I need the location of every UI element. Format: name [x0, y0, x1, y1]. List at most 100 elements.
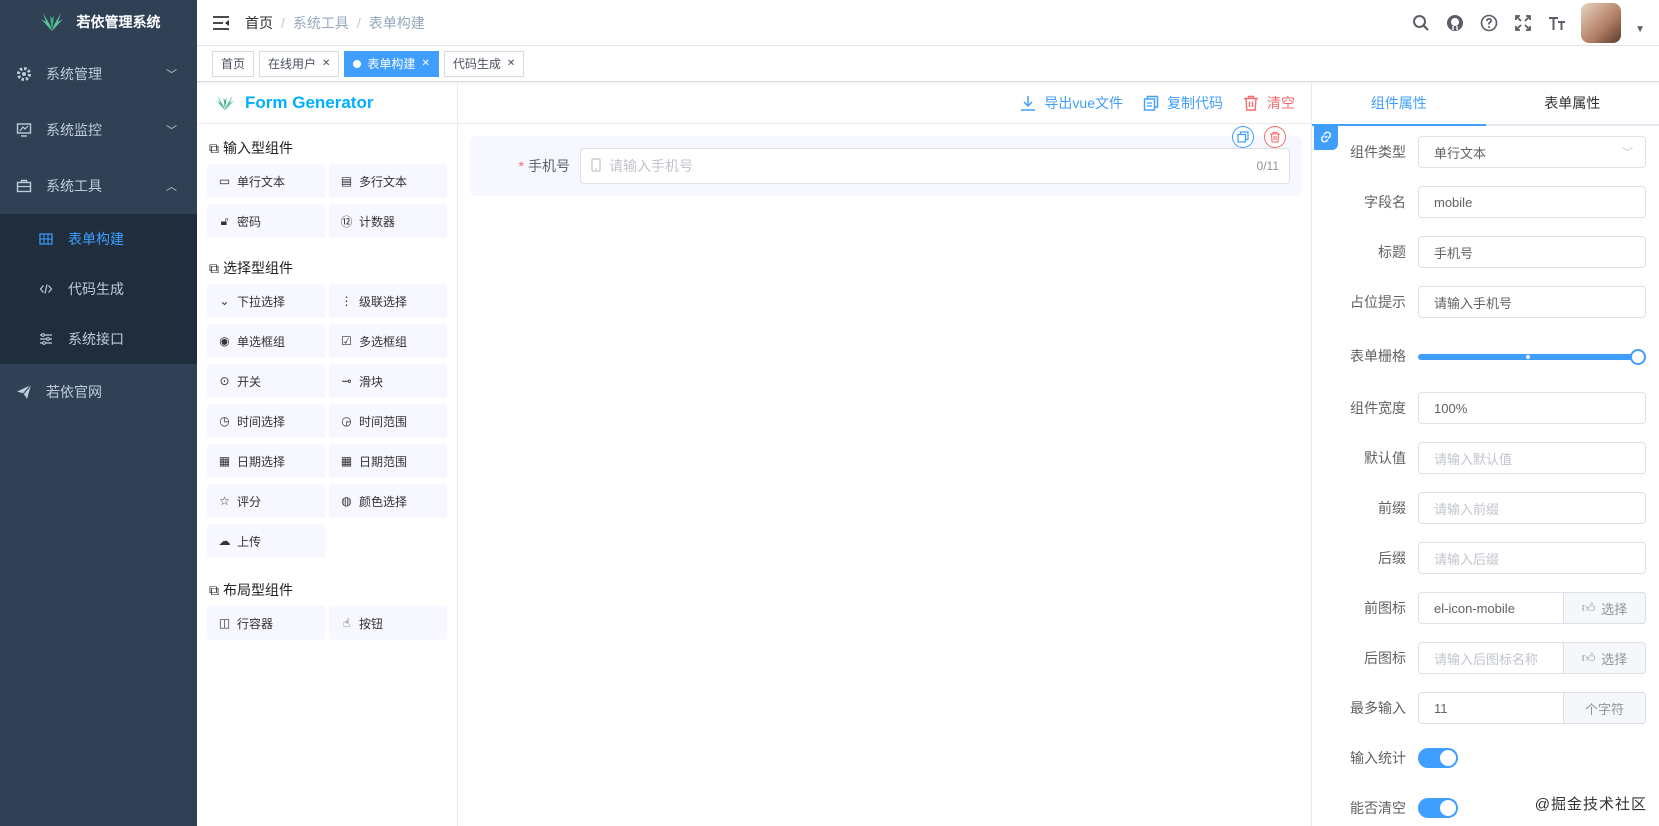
caret-down-icon[interactable]: ▼	[1635, 24, 1645, 35]
close-icon[interactable]: ✕	[322, 58, 330, 69]
component-time-range[interactable]: ◶ 时间范围	[329, 404, 447, 438]
tag-code-gen[interactable]: 代码生成 ✕	[443, 50, 525, 77]
component-textarea[interactable]: ▤ 多行文本	[329, 164, 447, 198]
submenu-item-form-build[interactable]: 表单构建	[0, 214, 197, 264]
tab-form-props[interactable]: 表单属性	[1486, 82, 1659, 124]
suffix-input[interactable]: 请输入后缀	[1418, 542, 1646, 574]
component-label: 级联选择	[359, 294, 408, 309]
group-title: 选择型组件	[223, 260, 293, 276]
copy-field-button[interactable]	[1232, 126, 1254, 148]
prop-label: 最多输入	[1350, 700, 1406, 716]
slider-icon: ⊸	[341, 374, 352, 388]
maxlength-input[interactable]: 11	[1418, 692, 1564, 724]
canvas-field-mobile[interactable]: * 手机号 请输入手机号 0/11	[470, 126, 1302, 196]
component-color[interactable]: ◍ 颜色选择	[329, 484, 447, 518]
component-label: 下拉选择	[237, 294, 286, 309]
tag-home[interactable]: 首页	[212, 50, 255, 77]
prop-field-name: 字段名 mobile	[1312, 186, 1659, 218]
slider-thumb[interactable]	[1630, 349, 1646, 365]
char-count: 0/11	[1256, 159, 1279, 173]
fullscreen-icon[interactable]	[1513, 13, 1533, 33]
prop-prefix-icon: 前图标 el-icon-mobile 👍︎ 选择	[1312, 592, 1659, 624]
font-size-icon[interactable]	[1547, 13, 1567, 33]
component-type-select[interactable]: 单行文本 ﹀	[1418, 136, 1646, 168]
component-switch[interactable]: ⊙ 开关	[207, 364, 325, 398]
clearable-switch[interactable]	[1418, 798, 1458, 818]
component-row[interactable]: ◫ 行容器	[207, 606, 325, 640]
mobile-input[interactable]: 请输入手机号 0/11	[580, 148, 1290, 184]
prop-label: 前图标	[1364, 600, 1406, 616]
prop-prefix: 前缀 请输入前缀	[1312, 492, 1659, 524]
select-icon: ⌄	[219, 294, 230, 308]
delete-field-button[interactable]	[1264, 126, 1286, 148]
show-word-limit-switch[interactable]	[1418, 748, 1458, 768]
menu-system-management[interactable]: 系统管理 ﹀	[0, 46, 197, 102]
github-icon[interactable]	[1445, 13, 1465, 33]
prop-label: 组件宽度	[1350, 400, 1406, 416]
default-value-input[interactable]: 请输入默认值	[1418, 442, 1646, 474]
tab-component-props[interactable]: 组件属性	[1312, 82, 1486, 126]
close-icon[interactable]: ✕	[507, 58, 515, 69]
component-cascader[interactable]: ⋮ 级联选择	[329, 284, 447, 318]
suffix-icon-input[interactable]: 请输入后图标名称	[1418, 642, 1564, 674]
component-rate[interactable]: ☆ 评分	[207, 484, 325, 518]
prop-label: 字段名	[1364, 194, 1406, 210]
prefix-icon-input[interactable]: el-icon-mobile	[1418, 592, 1564, 624]
component-button[interactable]: ☝ 按钮	[329, 606, 447, 640]
component-slider[interactable]: ⊸ 滑块	[329, 364, 447, 398]
component-input[interactable]: ▭ 单行文本	[207, 164, 325, 198]
prefix-input[interactable]: 请输入前缀	[1418, 492, 1646, 524]
component-date-range[interactable]: ▦ 日期范围	[329, 444, 447, 478]
component-select[interactable]: ⌄ 下拉选择	[207, 284, 325, 318]
input-icon: ▭	[218, 174, 231, 188]
menu-ruoyi-official[interactable]: 若依官网	[0, 364, 197, 420]
tag-online-users[interactable]: 在线用户 ✕	[259, 50, 340, 77]
grid-span-slider[interactable]	[1418, 340, 1646, 372]
clear-label: 清空	[1267, 94, 1295, 111]
menu-system-monitor[interactable]: 系统监控 ﹀	[0, 102, 197, 158]
export-vue-button[interactable]: 导出vue文件	[1020, 93, 1123, 113]
submenu-item-system-api[interactable]: 系统接口	[0, 314, 197, 364]
prop-label: 组件类型	[1350, 144, 1406, 160]
component-time[interactable]: ◷ 时间选择	[207, 404, 325, 438]
help-icon[interactable]	[1479, 13, 1499, 33]
field-name-input[interactable]: mobile	[1418, 186, 1646, 218]
prop-grid-span: 表单栅格	[1312, 340, 1659, 372]
thumb-up-icon: 👍︎	[1581, 600, 1596, 615]
tag-label: 在线用户	[268, 57, 317, 71]
width-input[interactable]: 100%	[1418, 392, 1646, 424]
component-password[interactable]: 🔓︎ 密码	[207, 204, 325, 238]
radio-icon: ◉	[219, 334, 230, 348]
placeholder-input[interactable]: 请输入手机号	[1418, 286, 1646, 318]
breadcrumb-current: 表单构建	[368, 14, 425, 31]
prefix-icon-choose-button[interactable]: 👍︎ 选择	[1564, 592, 1646, 624]
form-canvas: 导出vue文件 复制代码 清空 * 手机号 请输入手机号 0/11	[458, 82, 1311, 826]
switch-knob	[1440, 800, 1456, 816]
hamburger-toggle[interactable]	[197, 15, 245, 31]
component-number[interactable]: ⑫ 计数器	[329, 204, 447, 238]
clear-button[interactable]: 清空	[1243, 93, 1295, 113]
component-upload[interactable]: ☁ 上传	[207, 524, 325, 558]
component-checkbox[interactable]: ☑ 多选框组	[329, 324, 447, 358]
switch-icon: ⊙	[219, 374, 230, 388]
close-icon[interactable]: ✕	[421, 58, 429, 69]
avatar[interactable]	[1581, 2, 1622, 43]
tag-form-build[interactable]: 表单构建 ✕	[344, 50, 439, 77]
suffix-icon-choose-button[interactable]: 👍︎ 选择	[1564, 642, 1646, 674]
component-label: 评分	[237, 494, 262, 509]
breadcrumb-home[interactable]: 首页	[245, 13, 273, 33]
search-icon[interactable]	[1411, 13, 1431, 33]
canvas-toolbar: 导出vue文件 复制代码 清空	[458, 82, 1311, 124]
sidebar-logo[interactable]: 若依管理系统	[0, 0, 197, 44]
title-input[interactable]: 手机号	[1418, 236, 1646, 268]
gear-icon	[16, 66, 32, 82]
group-title: 输入型组件	[223, 140, 293, 156]
tags-view: 首页 在线用户 ✕ 表单构建 ✕ 代码生成 ✕	[197, 46, 1659, 82]
tag-label: 表单构建	[367, 57, 416, 71]
menu-system-tools[interactable]: 系统工具 ︿	[0, 158, 197, 214]
component-radio[interactable]: ◉ 单选框组	[207, 324, 325, 358]
submenu-item-code-gen[interactable]: 代码生成	[0, 264, 197, 314]
ruoyi-logo-icon	[40, 13, 63, 31]
copy-code-button[interactable]: 复制代码	[1143, 93, 1223, 113]
component-date[interactable]: ▦ 日期选择	[207, 444, 325, 478]
